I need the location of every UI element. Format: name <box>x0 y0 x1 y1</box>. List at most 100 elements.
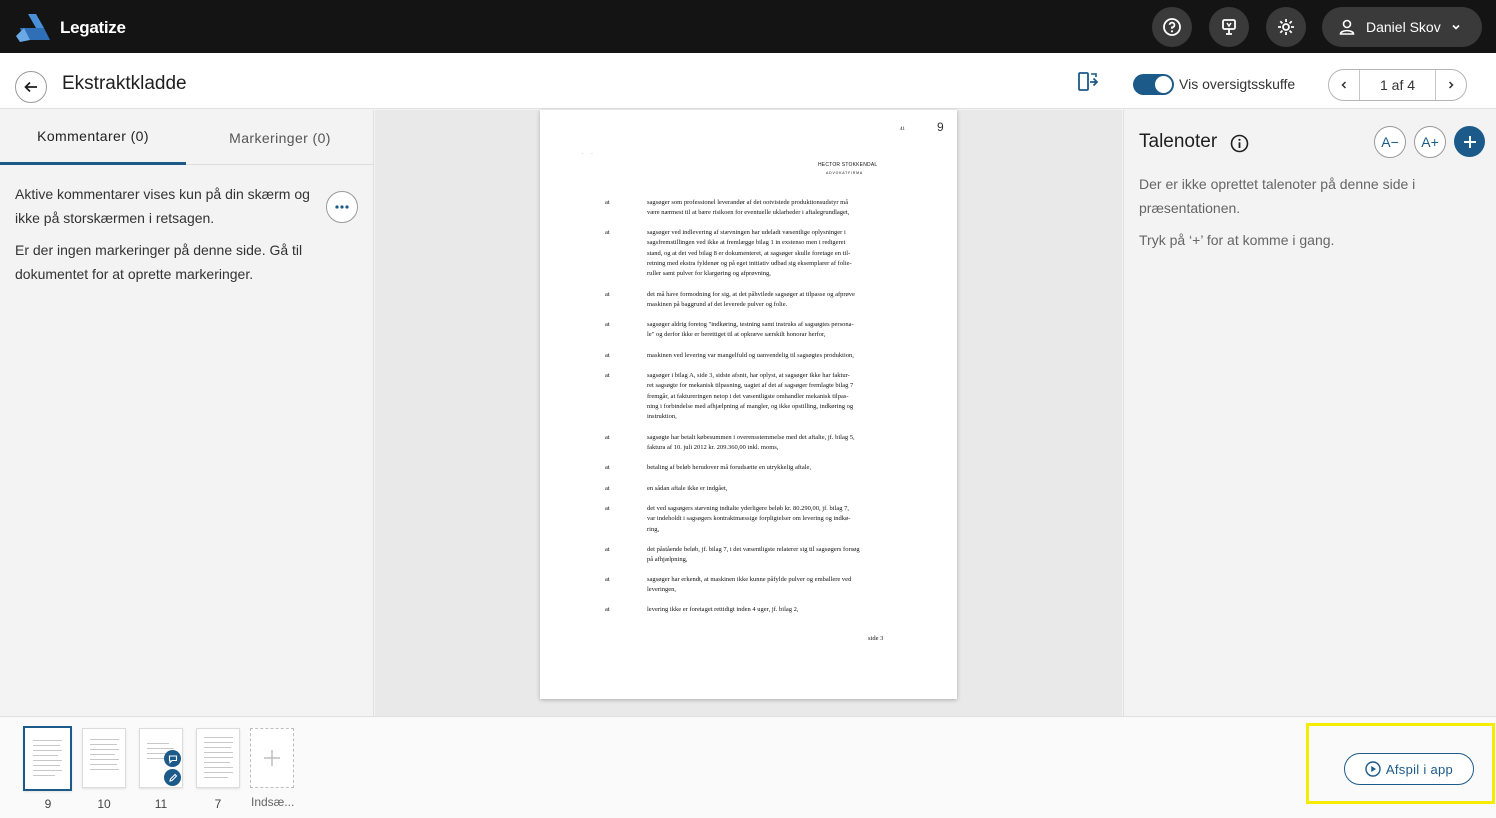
play-in-app-label: Afspil i app <box>1385 761 1454 777</box>
paragraph-line: sagsøger aldrig foretog "indkøring, test… <box>647 321 854 328</box>
paragraph-line: sagsfremstillingen ved ikke at fremlægge… <box>647 239 846 247</box>
paragraph-line: stand, og at det ved bilag 8 er dokument… <box>647 249 851 257</box>
page-pager: 1 af 4 <box>1328 69 1467 101</box>
plus-icon <box>264 750 280 766</box>
tab-markings[interactable]: Markeringer (0) <box>186 110 374 165</box>
insert-page-label: Indsæ... <box>251 795 295 809</box>
comments-info-text: Aktive kommentarer vises kun på din skær… <box>15 186 310 226</box>
chevron-down-icon <box>1452 24 1460 30</box>
document-page[interactable]: 9 41 · · HECTOR STOKKENDAL ADVOKATFIRMA … <box>540 110 957 699</box>
corner-mark: 41 <box>900 127 905 132</box>
thumbnail-number: 11 <box>154 797 168 811</box>
paragraph-line: var indeholdt i sagsøgers kontraktmæssig… <box>647 515 851 523</box>
edit-badge <box>164 769 181 786</box>
paragraph-label: at <box>605 321 610 328</box>
paragraph-label: at <box>605 352 610 359</box>
more-horizontal-icon <box>335 205 349 209</box>
help-icon <box>1163 18 1181 36</box>
speaker-notes-title: Talenoter <box>1139 131 1218 152</box>
back-button[interactable] <box>15 71 47 103</box>
paragraph-label: at <box>605 505 610 512</box>
paragraph-line: sagsøgte har betalt købesummen i overens… <box>647 434 855 441</box>
increase-font-button[interactable]: A+ <box>1414 126 1446 158</box>
paragraph-line: være nærmest til at bære risikoen for ev… <box>647 209 850 217</box>
paragraph-line: sagsøger ved indlevering af stævningen h… <box>647 229 846 236</box>
thumbnail-number: 10 <box>97 797 111 811</box>
decrease-font-button[interactable]: A− <box>1374 126 1406 158</box>
paragraph-line: le" og derfor ikke er berettiget til at … <box>647 331 826 339</box>
paragraph-label: at <box>605 229 610 236</box>
paragraph-line: fremgår, at faktureringen netop i det væ… <box>647 392 849 400</box>
markings-info-text: Er der ingen markeringer på denne side. … <box>15 242 303 282</box>
presenter-button[interactable] <box>1209 7 1249 47</box>
paragraph-line: sagsøger i bilag A, side 3, sidste afsni… <box>647 372 850 379</box>
paragraph-line: ret sagsøgte for mekanisk tilpasning, ua… <box>647 382 854 390</box>
paragraph-label: at <box>605 372 610 379</box>
user-icon <box>1339 19 1355 35</box>
paragraph-line: betaling af beløb herudover må forudsætt… <box>647 464 812 471</box>
paragraph-label: at <box>605 291 610 298</box>
settings-button[interactable] <box>1266 7 1306 47</box>
page-number: 9 <box>937 120 944 134</box>
arrow-left-icon <box>24 81 37 93</box>
notes-hint-text: Tryk på ‘+’ for at komme i gang. <box>1139 232 1335 248</box>
paragraph-line: leveringen, <box>647 586 677 594</box>
paragraph-label: at <box>605 485 610 492</box>
tab-comments[interactable]: Kommentarer (0) <box>0 110 186 165</box>
export-icon[interactable] <box>1077 71 1099 93</box>
chevron-right-icon <box>1448 81 1454 89</box>
info-icon[interactable] <box>1230 134 1249 153</box>
next-page-button[interactable] <box>1436 70 1466 100</box>
page-indicator: 1 af 4 <box>1359 70 1436 100</box>
help-button[interactable] <box>1152 7 1192 47</box>
page-footer: side 3 <box>868 635 884 642</box>
letterhead: HECTOR STOKKENDAL <box>818 162 878 168</box>
paragraph-line: maskinen ved levering var mangelfuld og … <box>647 352 854 359</box>
paragraph-line: faktura af 10. juli 2012 kr. 209.360,00 … <box>647 444 779 452</box>
overview-drawer-toggle[interactable] <box>1133 74 1174 95</box>
paragraph-line: retning med ekstra fyldenør og på eget i… <box>647 259 852 267</box>
overview-drawer: 9 10 11 7 Indsæ... Afspil i app <box>0 716 1496 818</box>
paragraph-line: det påstående beløb, jf. bilag 7, i det … <box>647 546 860 553</box>
paragraph-label: at <box>605 546 610 553</box>
document-viewer: 9 41 · · HECTOR STOKKENDAL ADVOKATFIRMA … <box>375 110 1122 716</box>
add-note-button[interactable] <box>1454 126 1485 157</box>
paragraph-line: sagsøger som professionel leverandør af … <box>647 199 849 206</box>
thumbnail-number: 9 <box>44 797 52 811</box>
thumbnail-page-11[interactable] <box>139 728 183 788</box>
page-title: Ekstraktkladde <box>62 73 187 94</box>
settings-icon <box>1278 19 1294 35</box>
plus-icon <box>1463 135 1476 148</box>
comments-panel: Kommentarer (0) Markeringer (0) Aktive k… <box>0 110 374 716</box>
top-bar: Legatize Daniel Skov <box>0 0 1496 53</box>
thumbnail-page-10[interactable] <box>82 728 126 788</box>
letterhead-sub: ADVOKATFIRMA <box>826 171 863 175</box>
previous-page-button[interactable] <box>1329 70 1359 100</box>
app-logo[interactable]: Legatize <box>14 12 126 44</box>
paragraph-line: maskinen på baggrund af det leverede pul… <box>647 301 788 309</box>
play-in-app-button[interactable]: Afspil i app <box>1344 753 1474 785</box>
speaker-notes-panel: Talenoter A− A+ Der er ikke oprettet tal… <box>1123 110 1496 716</box>
thumbnail-page-7[interactable] <box>196 728 240 788</box>
paragraph-label: at <box>605 606 610 613</box>
insert-page-button[interactable] <box>250 728 294 788</box>
user-menu-button[interactable]: Daniel Skov <box>1322 7 1482 47</box>
paragraph-line: instruktion, <box>647 413 677 421</box>
comment-badge <box>164 750 181 767</box>
thumbnail-number: 7 <box>214 797 222 811</box>
paragraph-line: sagsøger har erkendt, at maskinen ikke k… <box>647 576 852 583</box>
play-circle-icon <box>1365 761 1381 777</box>
paragraph-line: det ved sagsøgers stævning indtalte yder… <box>647 505 850 512</box>
overview-drawer-label: Vis oversigtsskuffe <box>1179 76 1296 92</box>
user-name: Daniel Skov <box>1366 19 1441 35</box>
paragraph-line: levering ikke er foretaget rettidigt ind… <box>647 606 799 613</box>
edit-icon <box>168 773 177 782</box>
thumbnail-page-9[interactable] <box>23 726 72 791</box>
presenter-icon <box>1222 19 1236 35</box>
more-options-button[interactable] <box>326 191 358 223</box>
paragraph-label: at <box>605 576 610 583</box>
paragraph-line: det må have formodning for sig, at det p… <box>647 291 855 298</box>
paragraph-label: at <box>605 434 610 441</box>
chevron-left-icon <box>1341 81 1347 89</box>
app-name: Legatize <box>60 18 126 37</box>
